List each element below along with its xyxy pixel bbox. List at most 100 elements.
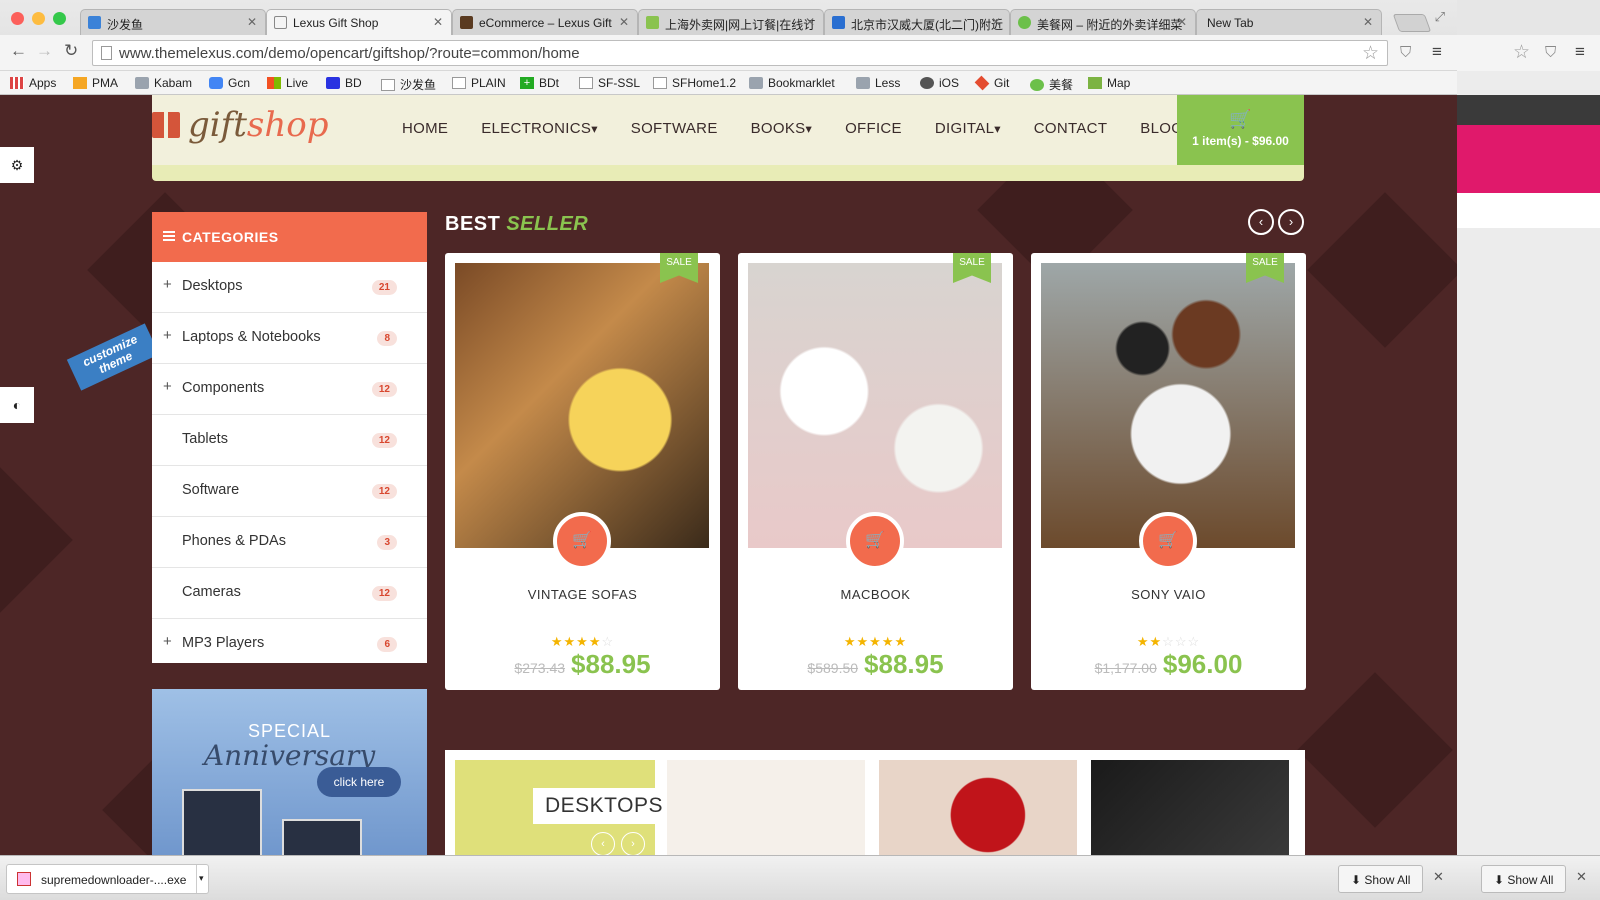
product-image[interactable] (1041, 263, 1295, 548)
category-item[interactable]: Phones & PDAs 3 (152, 517, 427, 568)
tab-close-icon[interactable]: ✕ (247, 15, 257, 29)
add-to-cart-icon[interactable]: 🛒 (553, 512, 611, 570)
product-thumb[interactable] (1091, 760, 1289, 855)
tab-1[interactable]: 沙发鱼 ✕ (80, 9, 266, 35)
nav-digital[interactable]: DIGITAL▾ (935, 120, 1001, 137)
close-downloads-icon[interactable]: ✕ (1433, 869, 1444, 885)
prev-arrow-icon[interactable]: ‹ (1248, 209, 1274, 235)
promo-click-button[interactable]: click here (317, 767, 401, 797)
expand-plus-icon[interactable]: + (163, 276, 172, 293)
category-item[interactable]: + Laptops & Notebooks 8 (152, 313, 427, 364)
back-icon[interactable]: ← (10, 41, 27, 61)
zoom-window-button[interactable] (53, 12, 66, 25)
settings-gear-icon[interactable]: ⚙ (0, 147, 34, 183)
add-to-cart-icon[interactable]: 🛒 (846, 512, 904, 570)
nav-software[interactable]: SOFTWARE (631, 120, 718, 137)
menu-icon[interactable]: ≡ (1575, 42, 1585, 62)
category-name: Cameras (182, 584, 241, 600)
bookmark-gcn[interactable]: Gcn (209, 76, 250, 90)
customize-theme-tag[interactable]: customize theme (66, 323, 160, 391)
bookmark-apps[interactable]: Apps (10, 76, 56, 90)
nav-books[interactable]: BOOKS▾ (751, 120, 812, 137)
bookmark-sfhome[interactable]: SFHome1.2 (653, 76, 736, 90)
bookmark-kabam[interactable]: Kabam (135, 76, 192, 90)
chevron-down-icon[interactable]: ▾ (196, 865, 208, 893)
shield-icon[interactable]: ⛉ (1545, 44, 1556, 61)
tab-close-icon[interactable]: ✕ (991, 15, 1001, 29)
cart-button[interactable]: 🛒 1 item(s) - $96.00 (1177, 95, 1304, 165)
download-item[interactable]: supremedownloader-....exe ▾ (6, 864, 209, 894)
contrast-icon[interactable]: ◐ (0, 387, 34, 423)
tab-2[interactable]: Lexus Gift Shop ✕ (266, 9, 452, 35)
next-arrow-icon[interactable]: › (621, 832, 645, 855)
product-thumb[interactable] (667, 760, 865, 855)
bookmark-map[interactable]: Map (1088, 76, 1130, 90)
forward-icon[interactable]: → (36, 41, 53, 61)
product-name[interactable]: MACBOOK (738, 587, 1013, 602)
bookmark-star-icon[interactable]: ☆ (1513, 41, 1530, 64)
bookmark-shafayu[interactable]: 沙发鱼 (381, 76, 436, 93)
nav-home[interactable]: HOME (402, 120, 448, 137)
bookmark-pma[interactable]: PMA (73, 76, 118, 90)
address-bar[interactable]: www.themelexus.com/demo/opencart/giftsho… (92, 40, 1388, 66)
product-image[interactable] (455, 263, 709, 548)
bookmark-git[interactable]: Git (974, 75, 1009, 91)
expand-plus-icon[interactable]: + (163, 633, 172, 650)
show-all-button-2[interactable]: ⬇ Show All (1481, 865, 1567, 893)
bookmark-meican[interactable]: 美餐 (1030, 76, 1073, 93)
tab-4[interactable]: 上海外卖网|网上订餐|在线订 ✕ (638, 9, 824, 35)
tab-close-icon[interactable]: ✕ (1177, 15, 1187, 29)
site-logo[interactable]: giftshop (152, 105, 328, 145)
fullscreen-icon[interactable]: ⤢ (1435, 9, 1445, 25)
close-downloads-icon[interactable]: ✕ (1576, 869, 1587, 885)
product-card[interactable]: SALE 🛒 SONY VAIO ★★☆☆☆ $1,177.00 $96.00 (1031, 253, 1306, 690)
minimize-window-button[interactable] (32, 12, 45, 25)
nav-electronics[interactable]: ELECTRONICS▾ (481, 120, 598, 137)
category-item[interactable]: + Components 12 (152, 364, 427, 415)
tab-5[interactable]: 北京市汉威大厦(北二门)附近 ✕ (824, 9, 1010, 35)
tab-7[interactable]: New Tab ✕ (1196, 9, 1382, 35)
category-item[interactable]: Cameras 12 (152, 568, 427, 619)
add-to-cart-icon[interactable]: 🛒 (1139, 512, 1197, 570)
category-item[interactable]: + Desktops 21 (152, 262, 427, 313)
new-tab-button[interactable] (1392, 14, 1432, 32)
bookmark-less[interactable]: Less (856, 76, 900, 90)
bookmark-star-icon[interactable]: ☆ (1362, 42, 1379, 65)
category-item[interactable]: Software 12 (152, 466, 427, 517)
category-item[interactable]: Tablets 12 (152, 415, 427, 466)
product-card[interactable]: SALE 🛒 MACBOOK ★★★★★ $589.50 $88.95 (738, 253, 1013, 690)
tab-favicon-icon (88, 16, 101, 29)
tab-close-icon[interactable]: ✕ (619, 15, 629, 29)
next-arrow-icon[interactable]: › (1278, 209, 1304, 235)
show-all-button[interactable]: ⬇ Show All (1338, 865, 1424, 893)
bookmark-live[interactable]: Live (267, 76, 308, 90)
tab-3[interactable]: eCommerce – Lexus Gift ✕ (452, 9, 638, 35)
product-thumb[interactable] (879, 760, 1077, 855)
tab-close-icon[interactable]: ✕ (433, 15, 443, 29)
product-image[interactable] (748, 263, 1002, 548)
nav-office[interactable]: OFFICE (845, 120, 902, 137)
bookmark-ios[interactable]: iOS (920, 76, 959, 90)
reload-icon[interactable]: ↻ (64, 41, 78, 61)
category-item[interactable]: + MP3 Players 6 (152, 619, 427, 670)
product-name[interactable]: SONY VAIO (1031, 587, 1306, 602)
bookmark-sf-ssl[interactable]: SF-SSL (579, 76, 640, 90)
bookmark-bd[interactable]: BD (326, 76, 362, 90)
nav-contact[interactable]: CONTACT (1034, 120, 1107, 137)
close-window-button[interactable] (11, 12, 24, 25)
tab-6[interactable]: 美餐网 – 附近的外卖详细菜 ✕ (1010, 9, 1196, 35)
desktops-banner[interactable]: DESKTOPS ‹ › (455, 760, 675, 855)
promo-banner[interactable]: SPECIAL Anniversary click here (152, 689, 427, 855)
shield-icon[interactable]: ⛉ (1400, 44, 1411, 61)
product-name[interactable]: VINTAGE SOFAS (445, 587, 720, 602)
product-card[interactable]: SALE 🛒 VINTAGE SOFAS ★★★★☆ $273.43 $88.95 (445, 253, 720, 690)
bookmark-bdt[interactable]: + BDt (520, 76, 559, 90)
menu-icon[interactable]: ≡ (1432, 42, 1442, 62)
expand-plus-icon[interactable]: + (163, 378, 172, 395)
bookmark-plain[interactable]: PLAIN (452, 76, 506, 90)
expand-plus-icon[interactable]: + (163, 327, 172, 344)
bookmark-bookmarklet[interactable]: Bookmarklet (749, 76, 835, 90)
prev-arrow-icon[interactable]: ‹ (591, 832, 615, 855)
tab-close-icon[interactable]: ✕ (1363, 15, 1373, 29)
tab-close-icon[interactable]: ✕ (805, 15, 815, 29)
